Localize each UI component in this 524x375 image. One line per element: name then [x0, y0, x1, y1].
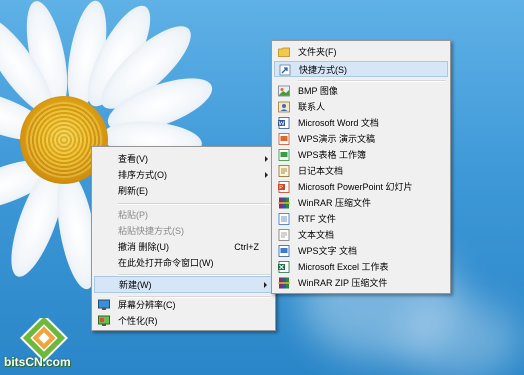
- menu-separator: [298, 80, 446, 82]
- word-document-icon: [278, 117, 290, 129]
- submenu-arrow-icon: [264, 282, 267, 288]
- powerpoint-icon: P: [278, 181, 290, 193]
- menu-item-sort-by[interactable]: 排序方式(O): [94, 167, 273, 183]
- wps-spreadsheet-icon: [278, 149, 290, 161]
- menu-item-paste-shortcut[interactable]: 粘贴快捷方式(S): [94, 223, 273, 239]
- contact-icon: [278, 101, 290, 113]
- menu-item-open-command-window[interactable]: 在此处打开命令窗口(W): [94, 255, 273, 271]
- new-journal-document-item[interactable]: 日记本文档: [274, 163, 448, 179]
- menu-item-view[interactable]: 查看(V): [94, 151, 273, 167]
- menu-item-new[interactable]: 新建(W): [94, 276, 273, 293]
- wps-writer-icon: [278, 245, 290, 257]
- new-submenu: 文件夹(F) 快捷方式(S) BMP 图像 联系人 Microsoft Word: [271, 40, 451, 294]
- shortcut-icon: [279, 64, 291, 76]
- menu-item-screen-resolution[interactable]: 屏幕分辨率(C): [94, 297, 273, 313]
- text-document-icon: [278, 229, 290, 241]
- winrar-icon: [278, 197, 290, 209]
- menu-item-undo-delete[interactable]: 撤消 删除(U) Ctrl+Z: [94, 239, 273, 255]
- new-wps-spreadsheet-item[interactable]: WPS表格 工作簿: [274, 147, 448, 163]
- new-contact-item[interactable]: 联系人: [274, 99, 448, 115]
- wps-presentation-icon: [278, 133, 290, 145]
- new-rtf-file-item[interactable]: RTF 文件: [274, 211, 448, 227]
- shortcut-text: Ctrl+Z: [234, 242, 259, 252]
- journal-document-icon: [278, 165, 290, 177]
- new-shortcut-item[interactable]: 快捷方式(S): [274, 61, 448, 77]
- submenu-arrow-icon: [265, 156, 268, 162]
- new-word-document-item[interactable]: Microsoft Word 文档: [274, 115, 448, 131]
- bmp-image-icon: [278, 85, 290, 97]
- menu-separator: [118, 203, 271, 205]
- watermark-text: bitsCN.com: [4, 355, 71, 369]
- submenu-arrow-icon: [265, 172, 268, 178]
- desktop-context-menu: 查看(V) 排序方式(O) 刷新(E) 粘贴(P) 粘贴快捷方式(S) 撤消 删…: [91, 146, 276, 331]
- rtf-file-icon: [278, 213, 290, 225]
- folder-icon: [278, 47, 290, 57]
- display-icon: [98, 299, 110, 310]
- new-wps-presentation-item[interactable]: WPS演示 演示文稿: [274, 131, 448, 147]
- new-text-document-item[interactable]: 文本文档: [274, 227, 448, 243]
- new-folder-item[interactable]: 文件夹(F): [274, 44, 448, 60]
- svg-text:P: P: [279, 185, 283, 191]
- new-powerpoint-item[interactable]: P Microsoft PowerPoint 幻灯片: [274, 179, 448, 195]
- new-wps-writer-item[interactable]: WPS文字 文档: [274, 243, 448, 259]
- excel-icon: [278, 261, 290, 273]
- new-excel-item[interactable]: Microsoft Excel 工作表: [274, 259, 448, 275]
- menu-item-paste[interactable]: 粘贴(P): [94, 207, 273, 223]
- winrar-zip-icon: [278, 277, 290, 289]
- new-winrar-item[interactable]: WinRAR 压缩文件: [274, 195, 448, 211]
- menu-item-refresh[interactable]: 刷新(E): [94, 183, 273, 199]
- new-bmp-image-item[interactable]: BMP 图像: [274, 83, 448, 99]
- menu-item-personalize[interactable]: 个性化(R): [94, 313, 273, 329]
- personalize-icon: [98, 315, 110, 326]
- new-winrar-zip-item[interactable]: WinRAR ZIP 压缩文件: [274, 275, 448, 291]
